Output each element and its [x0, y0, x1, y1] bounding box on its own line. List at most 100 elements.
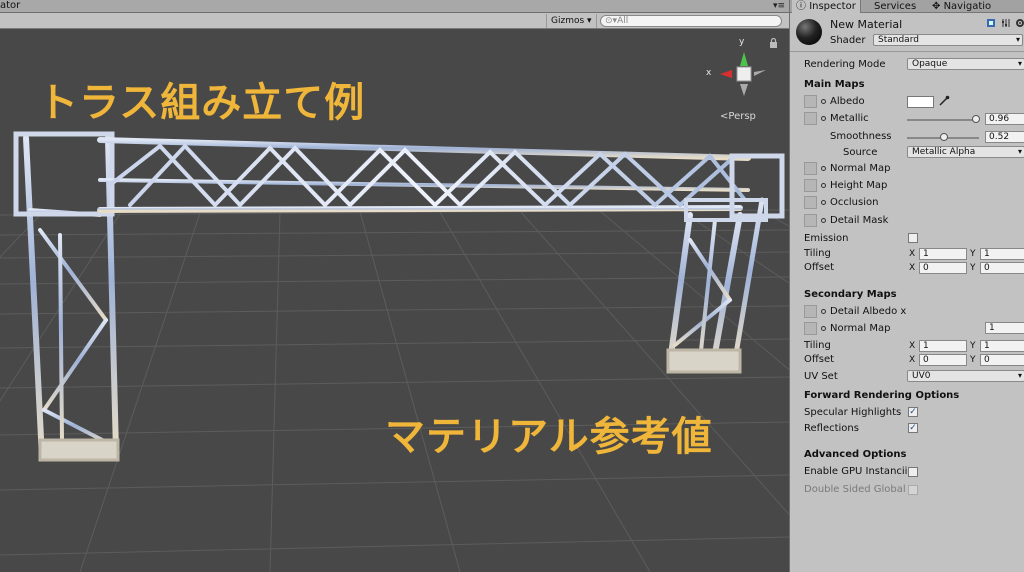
reflections-label: Reflections: [804, 423, 859, 434]
help-icon[interactable]: [986, 18, 996, 28]
preset-icon[interactable]: [1001, 18, 1011, 28]
secondary-offset-x-field[interactable]: 0: [919, 354, 967, 366]
detail-mask-picker-icon[interactable]: [821, 218, 826, 223]
specular-highlights-checkbox[interactable]: ✓: [908, 407, 918, 417]
gear-icon[interactable]: [1015, 18, 1024, 28]
tiling-label: Tiling: [804, 248, 831, 259]
secondary-offset-label: Offset: [804, 354, 835, 365]
metallic-slider-track[interactable]: [907, 119, 979, 121]
smoothness-slider-thumb[interactable]: [940, 133, 949, 141]
metallic-texture-slot[interactable]: [804, 112, 817, 125]
advanced-options-header: Advanced Options: [804, 449, 907, 460]
material-name: New Material: [830, 18, 903, 31]
source-label: Source: [843, 147, 878, 158]
uv-set-dropdown[interactable]: UV0: [907, 370, 1024, 382]
source-dropdown[interactable]: Metallic Alpha: [907, 146, 1024, 158]
detail-mask-slot[interactable]: [804, 214, 817, 227]
gizmo-y-label: y: [739, 37, 745, 47]
tab-inspector[interactable]: ⓘ Inspector: [792, 0, 861, 13]
emission-checkbox[interactable]: [908, 233, 918, 243]
gizmos-dropdown[interactable]: Gizmos ▾: [546, 14, 597, 28]
overlay-subtitle: マテリアル参考値: [385, 414, 713, 460]
occlusion-picker-icon[interactable]: [821, 200, 826, 205]
navigation-icon: ✥: [932, 1, 941, 12]
detail-albedo-slot[interactable]: [804, 305, 817, 318]
tab-inspector-label: Inspector: [809, 1, 856, 12]
metallic-slider-thumb[interactable]: [972, 115, 981, 123]
overlay-title: トラス組み立て例: [38, 80, 366, 126]
gpu-instancing-checkbox[interactable]: [908, 467, 918, 477]
rendering-mode-dropdown[interactable]: Opaque: [907, 58, 1024, 70]
tiling-x-label: X: [909, 249, 916, 259]
secondary-offset-y-label: Y: [970, 355, 976, 365]
reflections-checkbox[interactable]: ✓: [908, 423, 918, 433]
scene-view: ator ▾≡ Gizmos ▾ ⊙▾All y x <Persp トラス組み立…: [0, 0, 789, 572]
smoothness-value-field[interactable]: 0.52: [985, 131, 1024, 143]
inspector-tab-bar: ⓘ Inspector Services ✥ Navigatio: [790, 0, 1024, 13]
albedo-color-field[interactable]: [907, 96, 934, 108]
material-preview-icon: [796, 19, 822, 45]
tab-navigation[interactable]: ✥ Navigatio: [928, 0, 995, 13]
shader-dropdown[interactable]: Standard: [873, 34, 1023, 46]
secondary-tiling-y-field[interactable]: 1: [980, 340, 1024, 352]
inspector-panel: ⓘ Inspector Services ✥ Navigatio New Mat…: [789, 0, 1024, 572]
height-map-picker-icon[interactable]: [821, 183, 826, 188]
specular-highlights-label: Specular Highlights: [804, 407, 902, 418]
offset-y-label: Y: [970, 263, 976, 273]
tiling-x-field[interactable]: 1: [919, 248, 967, 260]
gpu-instancing-label: Enable GPU Instancii: [804, 466, 908, 477]
tiling-y-label: Y: [970, 249, 976, 259]
secondary-normal-picker-icon[interactable]: [821, 326, 826, 331]
eyedropper-icon[interactable]: [938, 95, 950, 107]
normal-map-label: Normal Map: [830, 163, 891, 174]
persp-label: Persp: [728, 111, 756, 122]
scene-tab-bar: ator ▾≡: [0, 0, 789, 13]
metallic-value-field[interactable]: 0.96: [985, 113, 1024, 125]
normal-map-picker-icon[interactable]: [821, 166, 826, 171]
secondary-tiling-y-label: Y: [970, 341, 976, 351]
perspective-toggle[interactable]: <Persp: [720, 111, 756, 122]
tab-menu-icon[interactable]: ▾≡: [773, 0, 785, 12]
height-map-slot[interactable]: [804, 179, 817, 192]
detail-albedo-picker-icon[interactable]: [821, 309, 826, 314]
offset-x-label: X: [909, 263, 916, 273]
secondary-tiling-x-field[interactable]: 1: [919, 340, 967, 352]
secondary-offset-y-field[interactable]: 0: [980, 354, 1024, 366]
albedo-picker-icon[interactable]: [821, 99, 826, 104]
scene-toolbar: Gizmos ▾ ⊙▾All: [0, 13, 789, 29]
main-maps-header: Main Maps: [804, 79, 865, 90]
albedo-label: Albedo: [830, 96, 865, 107]
secondary-normal-map-label: Normal Map: [830, 323, 891, 334]
scene-search-input[interactable]: ⊙▾All: [600, 15, 782, 27]
offset-x-field[interactable]: 0: [919, 262, 967, 274]
secondary-normal-map-slot[interactable]: [804, 322, 817, 335]
secondary-normal-scale-field[interactable]: 1: [985, 322, 1024, 334]
info-icon: ⓘ: [796, 1, 806, 12]
metallic-picker-icon[interactable]: [821, 116, 826, 121]
offset-y-field[interactable]: 0: [980, 262, 1024, 274]
tab-navigation-label: Navigatio: [943, 1, 992, 12]
secondary-tiling-x-label: X: [909, 341, 916, 351]
albedo-texture-slot[interactable]: [804, 95, 817, 108]
search-icon: ⊙▾: [605, 16, 618, 26]
normal-map-slot[interactable]: [804, 162, 817, 175]
search-placeholder: All: [617, 16, 629, 26]
scene-tab-label[interactable]: ator: [0, 0, 20, 12]
uv-set-label: UV Set: [804, 371, 838, 382]
tiling-y-field[interactable]: 1: [980, 248, 1024, 260]
occlusion-slot[interactable]: [804, 196, 817, 209]
forward-rendering-header: Forward Rendering Options: [804, 390, 960, 401]
secondary-offset-x-label: X: [909, 355, 916, 365]
secondary-tiling-label: Tiling: [804, 340, 831, 351]
double-sided-label: Double Sided Global: [804, 484, 906, 495]
offset-label: Offset: [804, 262, 835, 273]
lock-icon[interactable]: [769, 38, 778, 48]
emission-label: Emission: [804, 233, 849, 244]
metallic-label: Metallic: [830, 113, 869, 124]
shader-label: Shader: [830, 35, 866, 46]
double-sided-checkbox: [908, 485, 918, 495]
gizmo-x-label: x: [706, 68, 712, 78]
detail-mask-label: Detail Mask: [830, 215, 889, 226]
tab-services[interactable]: Services: [870, 0, 920, 13]
height-map-label: Height Map: [830, 180, 888, 191]
